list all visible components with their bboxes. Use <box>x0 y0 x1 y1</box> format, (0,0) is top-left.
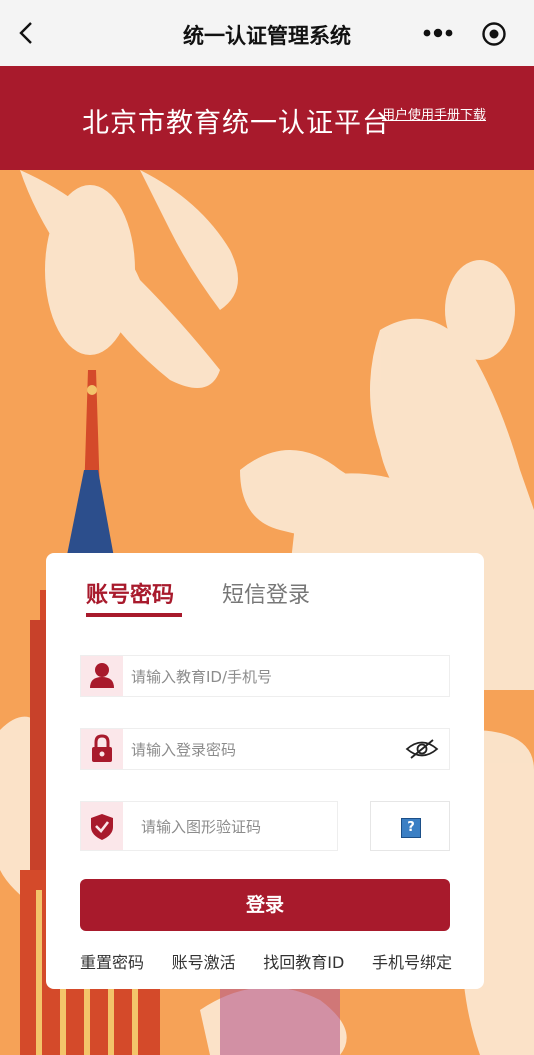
captcha-image[interactable]: ? <box>370 801 450 851</box>
shield-icon-box <box>81 802 123 850</box>
login-card: 账号密码 短信登录 请输入教育ID/手机号 请输入图形验证码 ? 登录 重置密码… <box>46 553 484 989</box>
reset-password-link[interactable]: 重置密码 <box>80 949 144 973</box>
shield-icon <box>91 814 113 840</box>
login-button[interactable]: 登录 <box>80 879 450 931</box>
more-icon[interactable] <box>422 24 454 42</box>
tab-sms-login[interactable]: 短信登录 <box>222 577 310 609</box>
recover-id-link[interactable]: 找回教育ID <box>263 949 344 973</box>
auxiliary-links: 重置密码 账号激活 找回教育ID 手机号绑定 <box>80 949 452 973</box>
id-input[interactable] <box>129 664 433 690</box>
captcha-field <box>80 801 338 851</box>
target-icon[interactable] <box>481 21 507 47</box>
tab-account-password[interactable]: 账号密码 <box>86 577 174 609</box>
eye-icon[interactable] <box>405 738 439 760</box>
user-icon <box>90 663 114 688</box>
captcha-input[interactable] <box>139 814 333 840</box>
user-icon-box <box>81 656 123 696</box>
password-field <box>80 728 450 770</box>
user-manual-download-link[interactable]: 用户使用手册下载 <box>382 104 486 123</box>
captcha-placeholder-icon: ? <box>401 818 421 838</box>
platform-title: 北京市教育统一认证平台 <box>82 108 390 139</box>
activate-account-link[interactable]: 账号激活 <box>172 949 236 973</box>
bind-phone-link[interactable]: 手机号绑定 <box>372 949 452 973</box>
lock-icon <box>92 734 112 762</box>
id-field <box>80 655 450 697</box>
nav-bar: 统一认证管理系统 <box>0 0 534 67</box>
lock-icon-box <box>81 729 123 769</box>
active-tab-indicator <box>86 613 182 617</box>
password-input[interactable] <box>129 737 383 763</box>
